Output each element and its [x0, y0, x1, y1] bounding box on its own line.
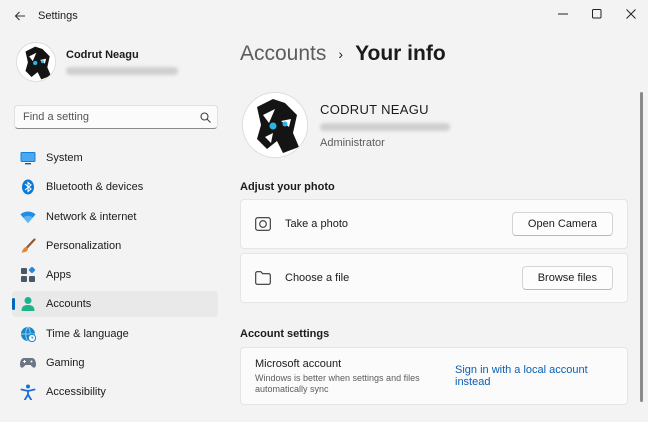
microsoft-account-title: Microsoft account: [255, 357, 342, 370]
open-camera-button[interactable]: Open Camera: [511, 212, 613, 236]
sidebar-item-time-language[interactable]: Time & language: [12, 321, 218, 347]
search-box[interactable]: [14, 105, 218, 129]
sidebar-item-accounts[interactable]: Accounts: [12, 291, 218, 318]
close-button[interactable]: [614, 0, 648, 28]
sidebar-item-label: Network & internet: [46, 210, 137, 223]
sidebar-item-accessibility[interactable]: Accessibility: [12, 379, 218, 405]
folder-icon: [255, 270, 271, 286]
avatar-image: [243, 93, 307, 157]
user-role: Administrator: [320, 136, 385, 149]
sidebar-item-label: Bluetooth & devices: [46, 181, 144, 194]
choose-file-card: Choose a file Browse files: [240, 253, 628, 303]
local-account-link[interactable]: Sign in with a local account instead: [455, 364, 613, 388]
user-text: CODRUT NEAGU Administrator: [320, 102, 450, 149]
microsoft-account-card: Microsoft account Windows is better when…: [240, 347, 628, 405]
section-title-account-settings: Account settings: [240, 328, 330, 340]
gamepad-icon: [20, 355, 36, 371]
profile-text: Codrut Neagu: [66, 49, 178, 75]
sidebar-item-bluetooth[interactable]: Bluetooth & devices: [12, 174, 218, 200]
avatar: [242, 92, 308, 158]
sidebar-item-label: Personalization: [46, 239, 122, 252]
sidebar: Codrut Neagu System Bluetooth & devices: [0, 32, 228, 422]
bluetooth-icon: [20, 179, 36, 195]
scrollbar[interactable]: [640, 92, 643, 402]
monitor-icon: [20, 150, 36, 166]
search-input[interactable]: [15, 111, 193, 123]
user-info: CODRUT NEAGU Administrator: [242, 92, 450, 158]
title-bar: Settings: [0, 0, 648, 32]
chevron-right-icon: ›: [338, 46, 344, 62]
sidebar-profile[interactable]: Codrut Neagu: [16, 42, 178, 82]
take-photo-label: Take a photo: [285, 218, 348, 230]
back-button[interactable]: [6, 2, 34, 30]
brush-icon: [20, 238, 36, 254]
sidebar-item-label: Gaming: [46, 357, 85, 370]
sidebar-item-gaming[interactable]: Gaming: [12, 350, 218, 376]
take-photo-card: Take a photo Open Camera: [240, 199, 628, 249]
sidebar-item-label: Time & language: [46, 327, 129, 340]
close-icon: [626, 9, 636, 19]
microsoft-account-text: Microsoft account Windows is better when…: [255, 358, 455, 395]
sidebar-item-label: System: [46, 152, 83, 164]
maximize-icon: [592, 9, 602, 19]
redacted-email: [66, 67, 178, 75]
microsoft-account-description: Windows is better when settings and file…: [255, 372, 420, 394]
page-title: Your info: [355, 42, 446, 65]
apps-icon: [20, 267, 36, 283]
arrow-left-icon: [14, 11, 25, 21]
sidebar-item-apps[interactable]: Apps: [12, 262, 218, 288]
sidebar-item-label: Apps: [46, 269, 72, 282]
minimize-icon: [558, 13, 568, 15]
profile-name: Codrut Neagu: [66, 49, 139, 61]
nav-list: System Bluetooth & devices Network & int…: [12, 145, 218, 409]
window-controls: [546, 0, 648, 28]
section-title-photo: Adjust your photo: [240, 181, 335, 193]
avatar: [16, 42, 56, 82]
sidebar-item-personalization[interactable]: Personalization: [12, 233, 218, 259]
avatar-image: [17, 43, 55, 81]
sidebar-item-label: Accessibility: [46, 386, 106, 399]
breadcrumb: Accounts › Your info: [240, 42, 446, 66]
maximize-button[interactable]: [580, 0, 614, 28]
user-name: CODRUT NEAGU: [320, 101, 429, 117]
search-icon[interactable]: [193, 111, 217, 123]
breadcrumb-parent[interactable]: Accounts: [240, 42, 326, 66]
browse-files-button[interactable]: Browse files: [521, 266, 613, 290]
sidebar-item-label: Accounts: [46, 298, 92, 311]
person-icon: [20, 296, 36, 312]
camera-icon: [255, 216, 271, 232]
sidebar-item-system[interactable]: System: [12, 145, 218, 171]
wifi-icon: [20, 209, 36, 225]
app-title: Settings: [38, 10, 78, 22]
choose-file-label: Choose a file: [285, 272, 350, 284]
main-content: Accounts › Your info CODRUT NEAGU Admini…: [228, 32, 648, 422]
minimize-button[interactable]: [546, 0, 580, 28]
sidebar-item-network[interactable]: Network & internet: [12, 204, 218, 230]
accessibility-icon: [20, 384, 36, 401]
redacted-email: [320, 122, 450, 131]
globe-clock-icon: [20, 326, 36, 342]
